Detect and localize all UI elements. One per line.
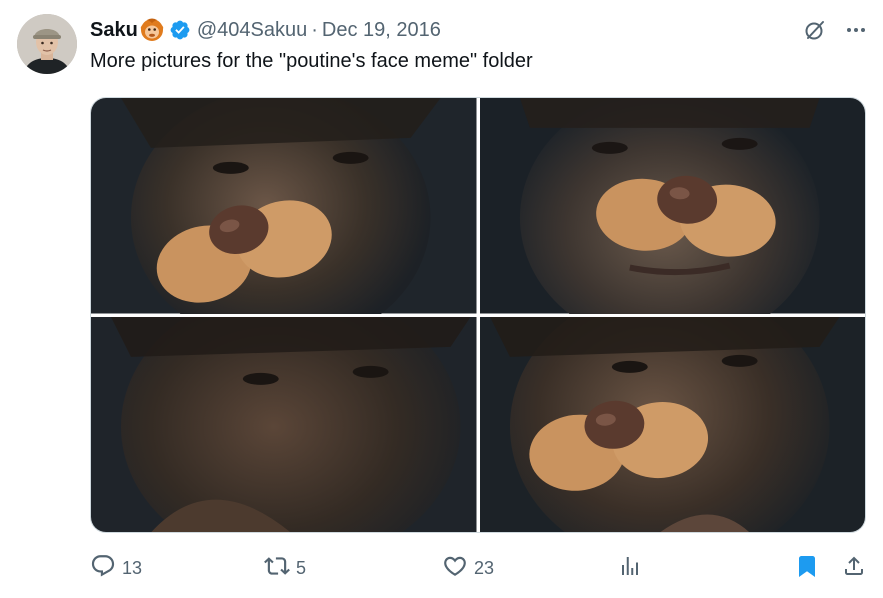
tweet-photo-1[interactable] [91,98,477,314]
author-handle[interactable]: @404Sakuu [197,19,307,42]
share-button[interactable] [842,550,866,586]
separator-dot: · [311,18,318,41]
repost-button[interactable]: 5 [264,550,306,586]
media-grid [90,97,866,533]
more-icon[interactable] [845,19,867,41]
verified-badge-icon[interactable] [169,19,191,41]
tweet-photo-3[interactable] [91,316,477,532]
avatar[interactable] [17,14,77,74]
tweet-top-actions [803,18,867,42]
bookmark-icon [795,554,819,583]
like-button[interactable]: 23 [442,550,494,586]
repost-icon [264,553,290,584]
views-button[interactable] [618,550,648,586]
views-icon [618,554,642,583]
repost-count: 5 [296,557,307,578]
reply-icon [90,553,116,584]
tweet-text: More pictures for the "poutine's face me… [90,50,533,72]
share-icon [842,554,866,583]
tweet-header: Saku @404Sakuu · Dec 19, 2016 [90,16,441,44]
heart-icon [442,553,468,584]
tweet-date[interactable]: Dec 19, 2016 [322,19,441,42]
orangutan-emoji-icon [139,17,165,43]
tweet: Saku @404Sakuu · Dec 19, 2016 More pictu… [0,0,883,598]
tweet-action-bar: 13 5 23 [90,550,866,586]
bookmark-button[interactable] [795,550,819,586]
grok-icon[interactable] [803,18,827,42]
tweet-photo-4[interactable] [479,316,865,532]
reply-count: 13 [122,557,143,578]
reply-button[interactable]: 13 [90,550,142,586]
tweet-photo-2[interactable] [479,98,865,314]
like-count: 23 [474,557,495,578]
display-name[interactable]: Saku [90,19,138,42]
